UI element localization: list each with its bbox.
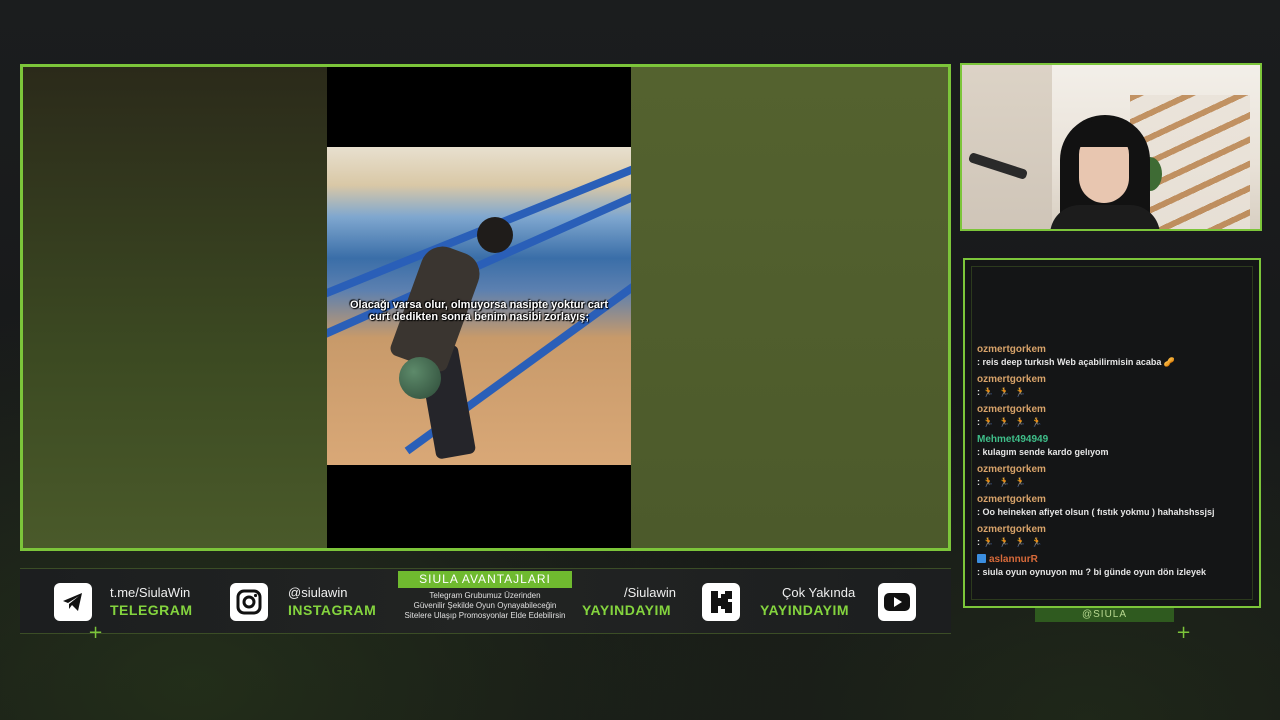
role-badge-icon bbox=[977, 554, 986, 563]
chat-message-text: : siula oyun oynuyon mu ? bi günde oyun … bbox=[977, 566, 1253, 579]
chat-message-text: : reis deep turkısh Web açabilirmisin ac… bbox=[977, 356, 1253, 369]
promo-text: Telegram Grubumuz Üzerinden Güvenilir Şe… bbox=[378, 591, 592, 621]
plus-decoration: + bbox=[88, 622, 104, 643]
vertical-video[interactable]: Olacağı varsa olur, olmuyorsa nasipte yo… bbox=[327, 67, 631, 548]
chat-username[interactable]: ozmertgorkem bbox=[977, 404, 1253, 416]
video-caption: Olacağı varsa olur, olmuyorsa nasipte yo… bbox=[350, 299, 608, 323]
chat-username-text: ozmertgorkem bbox=[977, 344, 1046, 355]
promo-line: Güvenilir Şekilde Oyun Oynayabileceğin bbox=[413, 601, 557, 610]
main-video-frame: Olacağı varsa olur, olmuyorsa nasipte yo… bbox=[20, 64, 951, 551]
chat-text-content: : siula oyun oynuyon mu ? bi günde oyun … bbox=[977, 567, 1207, 577]
chat-message: ozmertgorkem: 🏃🏃🏃 bbox=[977, 374, 1253, 399]
chat-username-text: ozmertgorkem bbox=[977, 464, 1046, 475]
streamer-body bbox=[1050, 205, 1160, 229]
promo-title: SIULA AVANTAJLARI bbox=[398, 571, 572, 588]
video-blur-left bbox=[23, 67, 329, 548]
social-bar: t.me/SiulaWin TELEGRAM @siulawin INSTAGR… bbox=[20, 568, 951, 634]
webcam-wall bbox=[962, 65, 1052, 229]
chat-message-text: : 🏃🏃🏃 bbox=[977, 386, 1253, 399]
youtube-handle[interactable]: Çok Yakında bbox=[782, 585, 855, 600]
chat-username[interactable]: ozmertgorkem bbox=[977, 344, 1253, 356]
emote-icon: 🏃🏃🏃 bbox=[982, 387, 1032, 397]
streamer-fringe bbox=[1074, 121, 1136, 147]
chat-message-text: : 🏃🏃🏃🏃 bbox=[977, 536, 1253, 549]
kick-icon[interactable] bbox=[702, 583, 740, 621]
chat-message: ozmertgorkem: 🏃🏃🏃🏃 bbox=[977, 524, 1253, 549]
chat-message-text: : Oo heineken afiyet olsun ( fıstık yokm… bbox=[977, 506, 1253, 519]
chat-panel: ozmertgorkem : reis deep turkısh Web açab… bbox=[963, 258, 1261, 608]
chat-username[interactable]: Mehmet494949 bbox=[977, 434, 1253, 446]
chat-message: ozmertgorkem : reis deep turkısh Web açab… bbox=[977, 344, 1253, 369]
bowling-ball bbox=[399, 357, 441, 399]
chat-message: ozmertgorkem: 🏃🏃🏃🏃 bbox=[977, 404, 1253, 429]
chat-message: aslannurR : siula oyun oynuyon mu ? bi gü… bbox=[977, 554, 1253, 579]
telegram-icon[interactable] bbox=[54, 583, 92, 621]
instagram-handle[interactable]: @siulawin bbox=[288, 585, 347, 600]
chat-username-text: aslannurR bbox=[989, 554, 1038, 565]
chat-username-text: ozmertgorkem bbox=[977, 494, 1046, 505]
instagram-icon[interactable] bbox=[230, 583, 268, 621]
chat-message-text: : 🏃🏃🏃🏃 bbox=[977, 416, 1253, 429]
chat-handle-tag: @SIULA bbox=[1035, 608, 1174, 622]
emote-icon: 🏃🏃🏃🏃 bbox=[982, 417, 1048, 427]
chat-message: ozmertgorkem : Oo heineken afiyet olsun (… bbox=[977, 494, 1253, 519]
chat-username-text: ozmertgorkem bbox=[977, 404, 1046, 415]
bowler-head bbox=[477, 217, 513, 253]
bowling-scene: Olacağı varsa olur, olmuyorsa nasipte yo… bbox=[327, 147, 631, 465]
chat-text-content: : kulagım sende kardo gelıyom bbox=[977, 447, 1109, 457]
emote-icon: 🏃🏃🏃🏃 bbox=[982, 537, 1048, 547]
chat-message-list: ozmertgorkem : reis deep turkısh Web açab… bbox=[977, 344, 1253, 584]
chat-message: ozmertgorkem: 🏃🏃🏃 bbox=[977, 464, 1253, 489]
chat-username-text: ozmertgorkem bbox=[977, 374, 1046, 385]
chat-username-text: ozmertgorkem bbox=[977, 524, 1046, 535]
youtube-label: YAYINDAYIM bbox=[760, 602, 850, 618]
chat-text-content: : Oo heineken afiyet olsun ( fıstık yokm… bbox=[977, 507, 1215, 517]
chat-username-text: Mehmet494949 bbox=[977, 434, 1049, 445]
chat-message: Mehmet494949 : kulagım sende kardo gelıyo… bbox=[977, 434, 1253, 459]
chat-message-text: : kulagım sende kardo gelıyom bbox=[977, 446, 1253, 459]
chat-username[interactable]: ozmertgorkem bbox=[977, 374, 1253, 386]
webcam-feed bbox=[960, 63, 1262, 231]
promo-line: Sitelere Ulaşıp Promosyonlar Elde Edebil… bbox=[404, 611, 566, 620]
youtube-icon[interactable] bbox=[878, 583, 916, 621]
chat-message-text: : 🏃🏃🏃 bbox=[977, 476, 1253, 489]
chat-text-content: : reis deep turkısh Web açabilirmisin ac… bbox=[977, 357, 1176, 367]
instagram-label: INSTAGRAM bbox=[288, 602, 377, 618]
chat-username[interactable]: ozmertgorkem bbox=[977, 494, 1253, 506]
plus-decoration: + bbox=[1176, 622, 1192, 643]
chat-username[interactable]: ozmertgorkem bbox=[977, 524, 1253, 536]
telegram-label: TELEGRAM bbox=[110, 602, 193, 618]
video-blur-right bbox=[628, 67, 948, 548]
chat-username[interactable]: aslannurR bbox=[977, 554, 1253, 566]
chat-username[interactable]: ozmertgorkem bbox=[977, 464, 1253, 476]
telegram-handle[interactable]: t.me/SiulaWin bbox=[110, 585, 190, 600]
promo-line: Telegram Grubumuz Üzerinden bbox=[429, 591, 541, 600]
emote-icon: 🏃🏃🏃 bbox=[982, 477, 1032, 487]
kick-handle[interactable]: /Siulawin bbox=[624, 585, 676, 600]
kick-label: YAYINDAYIM bbox=[582, 602, 672, 618]
